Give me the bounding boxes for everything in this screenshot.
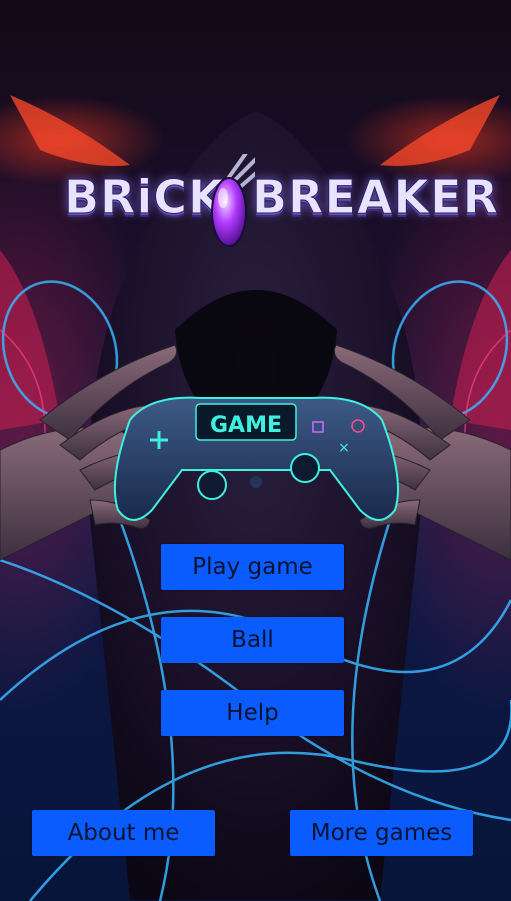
help-button[interactable]: Help [161, 690, 344, 736]
logo-text-brick: BRiCK [64, 170, 225, 225]
controller-screen-text: GAME [210, 413, 282, 438]
background-artwork: × GAME [0, 95, 511, 901]
svg-text:×: × [338, 440, 350, 456]
logo-ball-icon [211, 154, 255, 247]
play-game-button[interactable]: Play game [161, 544, 344, 590]
game-logo: BRiCK BREAKER [60, 150, 499, 250]
logo-text-breaker: BREAKER [252, 170, 499, 225]
more-games-button[interactable]: More games [290, 810, 473, 856]
ball-button[interactable]: Ball [161, 617, 344, 663]
about-me-button[interactable]: About me [32, 810, 215, 856]
title-screen: × GAME BRiCK BREAKER Play game Ball Help… [0, 0, 511, 901]
